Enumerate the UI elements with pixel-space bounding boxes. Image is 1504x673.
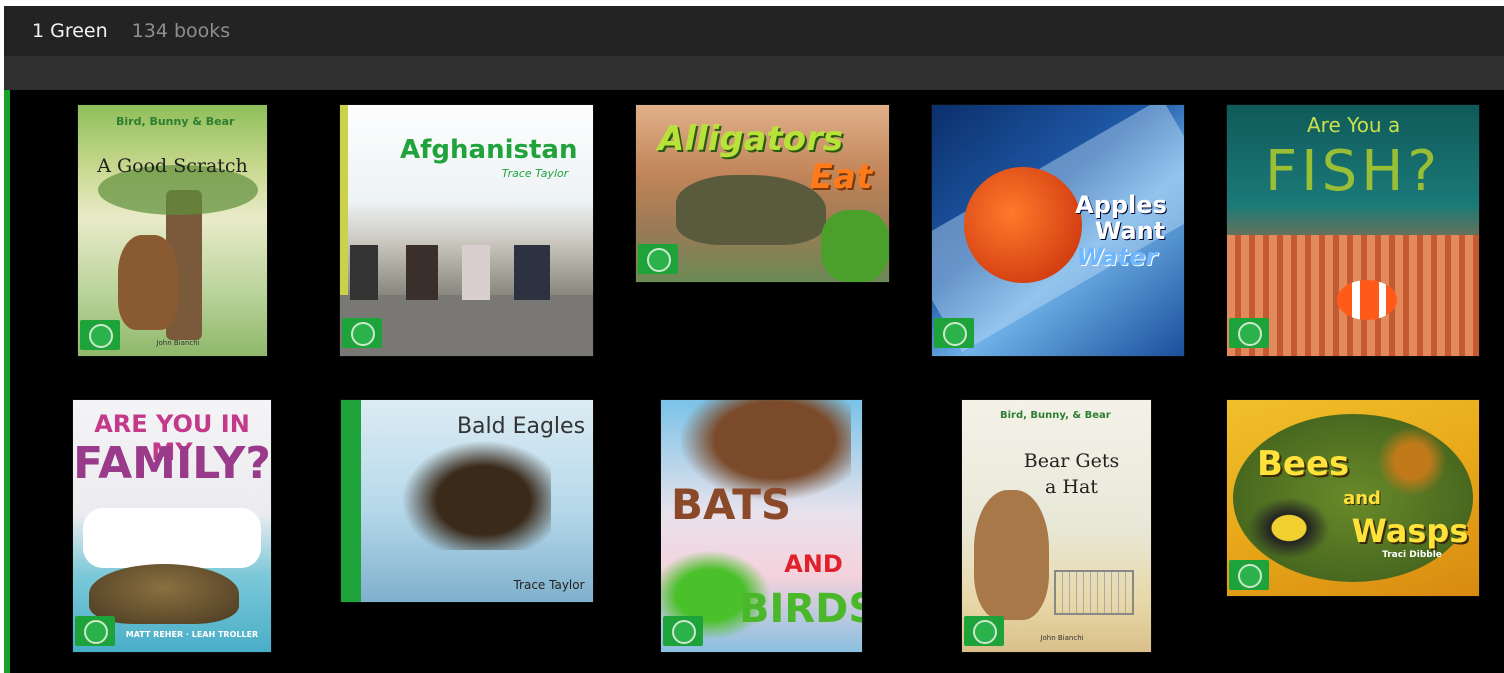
book-title-line-3: BIRDS (739, 586, 862, 632)
book-count: 134 books (131, 20, 231, 42)
bee-illustration (1377, 426, 1447, 496)
book-title-line-3: Water (1076, 243, 1158, 271)
level-badge-icon (1229, 560, 1269, 590)
speech-bubble-illustration (83, 508, 261, 568)
book-cover-apples-want-water[interactable]: Apples Want Water (932, 105, 1184, 356)
book-authors: MATT REHER · LEAH TROLLER (125, 630, 259, 639)
level-badge-icon (1229, 318, 1269, 348)
selected-shelf-indicator (4, 90, 10, 673)
cover-side-stripe (341, 400, 361, 602)
book-title-line-3: Wasps (1351, 512, 1469, 550)
book-cover-alligators-eat[interactable]: Alligators Eat (636, 105, 889, 282)
book-title-line-1: Bear Gets (1023, 450, 1120, 472)
book-title-line-2: a Hat (1045, 476, 1098, 498)
bear-illustration (118, 235, 178, 330)
level-badge-icon (934, 318, 974, 348)
shopping-cart-illustration (1054, 570, 1134, 615)
book-author: Traci Dibble (1382, 550, 1442, 560)
book-cover-bear-gets-a-hat[interactable]: Bird, Bunny, & Bear Bear Gets a Hat John… (962, 400, 1151, 652)
wasp-illustration (1249, 498, 1329, 558)
alligator-illustration (676, 175, 826, 245)
level-badge-icon (638, 244, 678, 274)
level-badge-icon (663, 616, 703, 646)
book-cover-are-you-in-my-family[interactable]: ARE YOU IN MY FAMILY? MATT REHER · LEAH … (73, 400, 271, 652)
shelf-header: 1 Green 134 books (4, 6, 1504, 56)
book-title-main: FISH? (1264, 139, 1442, 204)
book-cover-bats-and-birds[interactable]: BATS AND BIRDS (661, 400, 862, 652)
book-title: Bald Eagles (456, 414, 586, 439)
book-title-line-2: AND (784, 550, 843, 578)
book-title-line-2: Eat (809, 157, 873, 197)
book-title-line-1: Apples (1075, 191, 1167, 219)
book-title: Afghanistan (400, 135, 578, 165)
book-title-line-2: Want (1094, 217, 1166, 245)
book-title-top: Are You a (1307, 113, 1401, 137)
book-title-line-2: FAMILY? (73, 438, 271, 489)
book-title-line-1: Bees (1257, 444, 1350, 484)
bush-illustration (821, 210, 889, 282)
shelf-name[interactable]: 1 Green (32, 20, 108, 42)
level-badge-icon (80, 320, 120, 350)
level-badge-icon (75, 616, 115, 646)
book-cover-a-good-scratch[interactable]: Bird, Bunny & Bear A Good Scratch John B… (78, 105, 267, 356)
eagle-illustration (401, 440, 551, 550)
book-author: John Bianchi (1040, 634, 1084, 642)
series-label: Bird, Bunny & Bear (116, 115, 235, 128)
book-cover-bald-eagles[interactable]: Bald Eagles Trace Taylor (341, 400, 593, 602)
clownfish-illustration (1337, 280, 1397, 320)
book-title-line-1: Alligators (658, 119, 844, 159)
book-author: Trace Taylor (513, 578, 585, 592)
book-cover-bees-and-wasps[interactable]: Bees and Wasps Traci Dibble (1227, 400, 1479, 596)
book-cover-afghanistan[interactable]: Afghanistan Trace Taylor (340, 105, 593, 356)
series-label: Bird, Bunny, & Bear (1000, 410, 1111, 421)
people-silhouettes (350, 245, 550, 300)
book-title: A Good Scratch (97, 155, 248, 177)
book-title-line-2: and (1343, 488, 1381, 509)
book-title-line-1: BATS (671, 480, 792, 529)
book-cover-are-you-a-fish[interactable]: Are You a FISH? (1227, 105, 1479, 356)
book-author: John Bianchi (156, 339, 200, 347)
turtle-illustration (89, 564, 239, 624)
level-badge-icon (342, 318, 382, 348)
book-author: Trace Taylor (501, 167, 569, 180)
bear-illustration (974, 490, 1049, 620)
level-badge-icon (964, 616, 1004, 646)
toolbar (4, 56, 1504, 90)
